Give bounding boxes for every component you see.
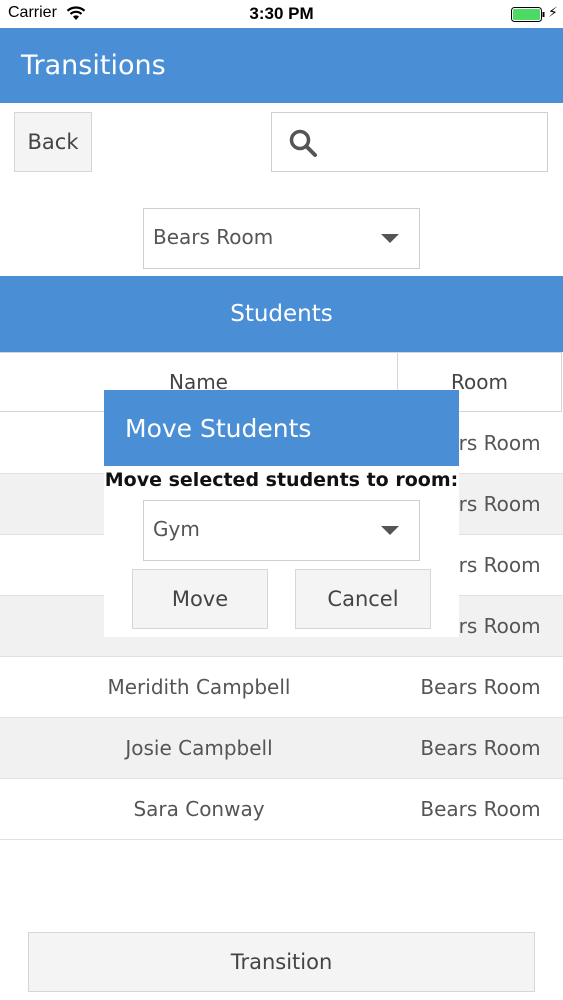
- move-students-dialog: Move Students Move selected students to …: [104, 390, 459, 637]
- room-select[interactable]: Bears Room: [143, 208, 420, 269]
- search-icon: [289, 129, 317, 157]
- room-select-value: Bears Room: [153, 225, 274, 249]
- dialog-prompt: Move selected students to room:: [104, 469, 459, 491]
- table-row[interactable]: Sara Conway Bears Room: [0, 779, 563, 840]
- transition-button[interactable]: Transition: [28, 932, 535, 992]
- page-title: Transitions: [21, 50, 166, 81]
- student-name: Josie Campbell: [125, 736, 273, 760]
- table-row[interactable]: Meridith Campbell Bears Room: [0, 657, 563, 718]
- battery-icon: [511, 7, 545, 22]
- back-button[interactable]: Back: [14, 112, 92, 172]
- student-name: Meridith Campbell: [107, 675, 291, 699]
- student-name: Sara Conway: [133, 797, 265, 821]
- student-room: Bears Room: [420, 736, 541, 760]
- status-time: 3:30 PM: [249, 4, 314, 23]
- search-input[interactable]: [326, 118, 544, 166]
- target-room-select[interactable]: Gym: [143, 500, 420, 561]
- table-row[interactable]: Josie Campbell Bears Room: [0, 718, 563, 779]
- chevron-down-icon: [381, 526, 399, 535]
- charging-icon: ⚡: [548, 5, 558, 21]
- cancel-button[interactable]: Cancel: [295, 569, 431, 629]
- students-section-header: Students: [0, 276, 563, 352]
- target-room-value: Gym: [153, 517, 200, 541]
- student-room: Bears Room: [420, 675, 541, 699]
- chevron-down-icon: [381, 234, 399, 243]
- student-room: Bears Room: [420, 797, 541, 821]
- dialog-title: Move Students: [125, 414, 312, 443]
- move-button[interactable]: Move: [132, 569, 268, 629]
